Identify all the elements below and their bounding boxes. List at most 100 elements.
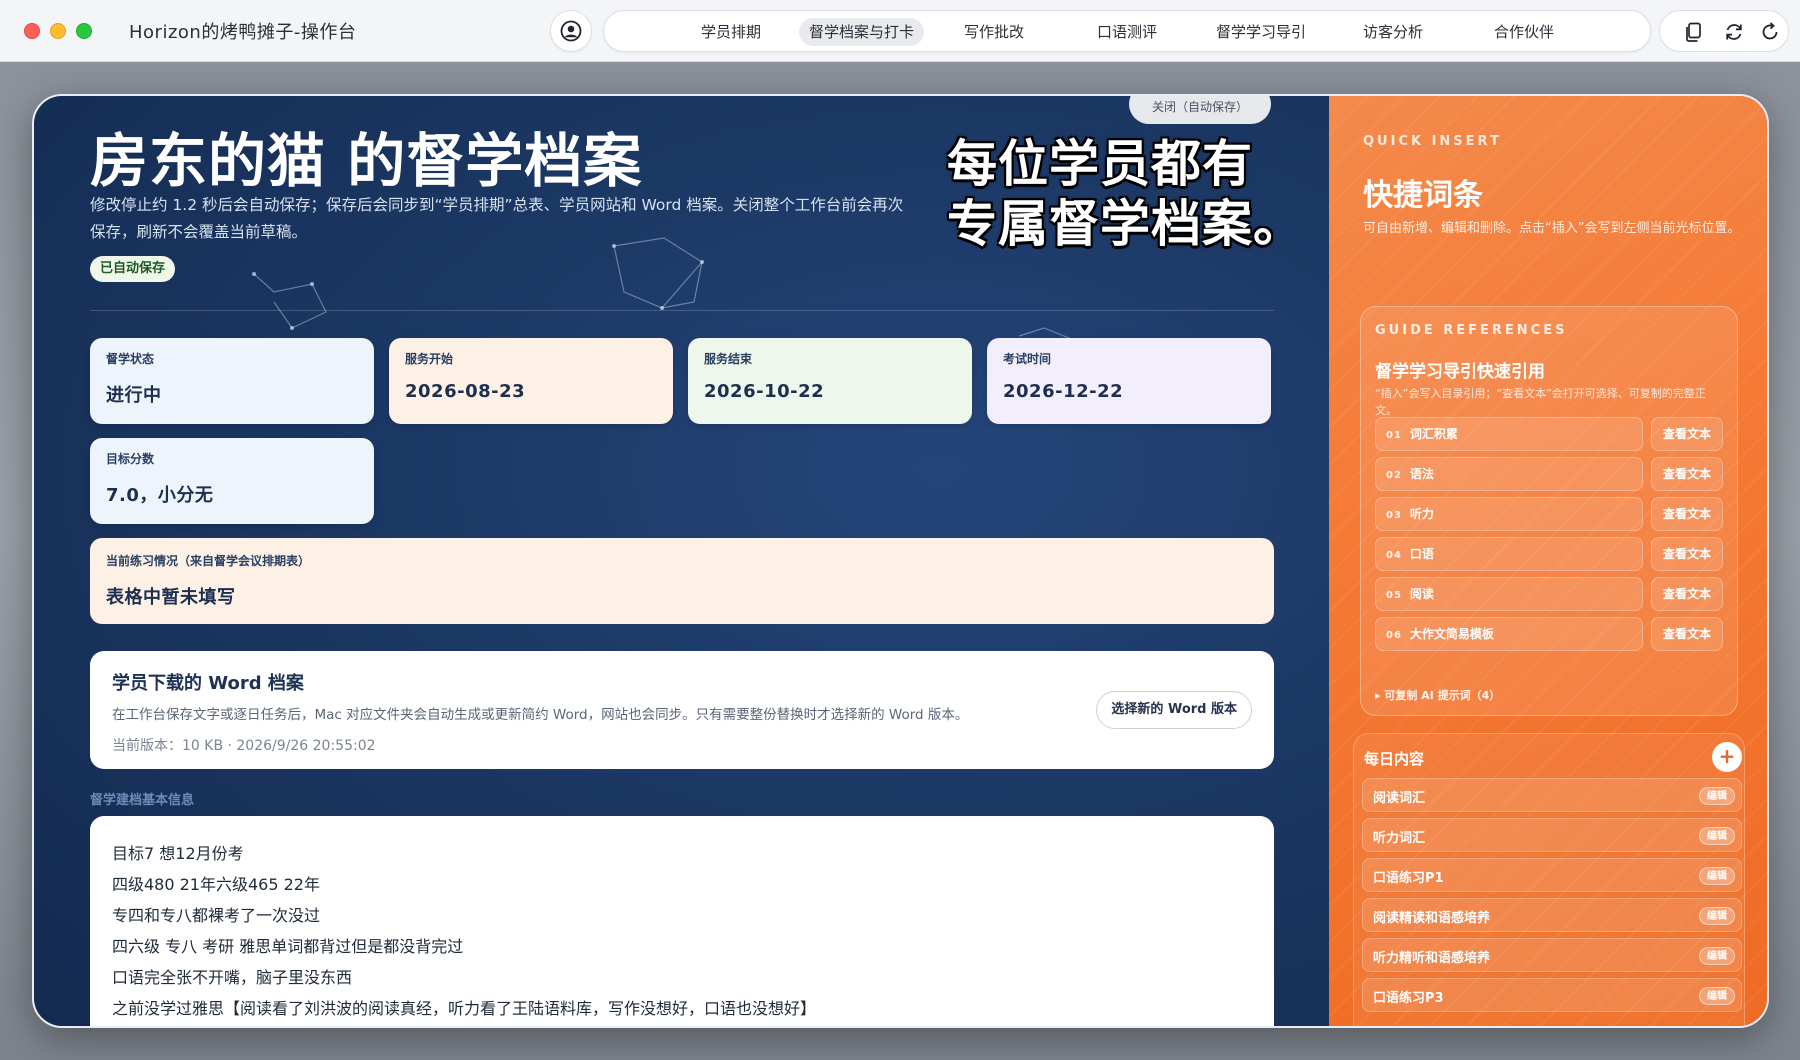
stat-label: 督学状态 xyxy=(106,352,155,366)
stat-label: 服务开始 xyxy=(405,352,454,366)
stat-card-exam-date[interactable]: 考试时间 2026-12-22 xyxy=(987,338,1271,424)
ai-prompts-toggle[interactable]: ▸ 可复制 AI 提示词（4） xyxy=(1375,687,1500,703)
guide-item-number: 06 xyxy=(1386,630,1402,641)
nav-tab-profile-checkin[interactable]: 督学档案与打卡 xyxy=(799,18,925,46)
nav-tab-visitor-analytics[interactable]: 访客分析 xyxy=(1353,18,1433,46)
current-practice-card: 当前练习情况（来自督学会议排期表） 表格中暂未填写 xyxy=(90,538,1274,624)
stat-label: 考试时间 xyxy=(1003,352,1052,366)
guide-title: 督学学习导引快速引用 xyxy=(1375,362,1545,382)
view-text-button[interactable]: 查看文本 xyxy=(1651,417,1723,451)
info-line: 口语完全张不开嘴，脑子里没东西 xyxy=(112,968,353,987)
guide-insert-item[interactable]: 02 语法 xyxy=(1375,457,1643,491)
guide-item-label: 口语 xyxy=(1409,547,1434,561)
basic-info-textarea[interactable]: 目标7 想12月份考 四级480 21年六级465 22年 专四和专八都裸考了一… xyxy=(90,816,1274,1026)
guide-item-label: 大作文简易模板 xyxy=(1409,627,1494,641)
guide-item-label: 词汇积累 xyxy=(1409,427,1458,441)
nav-tab-speaking-eval[interactable]: 口语测评 xyxy=(1087,18,1167,46)
zoom-window-button[interactable] xyxy=(76,23,92,39)
nav-tab-writing-review[interactable]: 写作批改 xyxy=(954,18,1034,46)
title-bar: Horizon的烤鸭摊子-操作台 学员排期 督学档案与打卡 写作批改 口语测评 … xyxy=(0,0,1800,62)
view-text-button[interactable]: 查看文本 xyxy=(1651,617,1723,651)
daily-item-label: 听力词汇 xyxy=(1373,831,1426,846)
nav-tab-study-guide[interactable]: 督学学习导引 xyxy=(1206,18,1316,46)
daily-item-label: 阅读词汇 xyxy=(1373,791,1426,806)
daily-item[interactable]: 阅读词汇 编辑 xyxy=(1362,778,1742,812)
stat-card-service-end[interactable]: 服务结束 2026-10-22 xyxy=(688,338,972,424)
guide-insert-item[interactable]: 04 口语 xyxy=(1375,537,1643,571)
guide-description: “插入”会写入目录引用；“查看文本”会打开可选择、可复制的完整正文。 xyxy=(1375,387,1706,417)
word-file-card: 学员下载的 Word 档案 在工作台保存文字或逐日任务后，Mac 对应文件夹会自… xyxy=(90,651,1274,769)
guide-row: 03 听力 查看文本 xyxy=(1375,497,1725,531)
daily-item[interactable]: 口语练习P3 编辑 xyxy=(1362,978,1742,1012)
choose-word-version-button[interactable]: 选择新的 Word 版本 xyxy=(1096,691,1252,729)
guide-row: 02 语法 查看文本 xyxy=(1375,457,1725,491)
guide-item-number: 02 xyxy=(1386,470,1402,481)
guide-item-label: 阅读 xyxy=(1409,587,1434,601)
info-line: 之前没学过雅思【阅读看了刘洪波的阅读真经，听力看了王陆语料库，写作没想好，口语也… xyxy=(112,999,817,1018)
main-nav: 学员排期 督学档案与打卡 写作批改 口语测评 督学学习导引 访客分析 合作伙伴 xyxy=(603,10,1651,52)
overlay-caption-line-1: 每位学员都有 xyxy=(947,135,1253,193)
guide-row: 04 口语 查看文本 xyxy=(1375,537,1725,571)
guide-insert-item[interactable]: 01 词汇积累 xyxy=(1375,417,1643,451)
word-card-description: 在工作台保存文字或逐日任务后，Mac 对应文件夹会自动生成或更新简约 Word，… xyxy=(112,707,969,723)
basic-info-label: 督学建档基本信息 xyxy=(90,793,195,808)
copy-icon[interactable] xyxy=(1682,21,1704,43)
stat-label: 服务结束 xyxy=(704,352,753,366)
user-icon xyxy=(560,20,582,42)
guide-row: 01 词汇积累 查看文本 xyxy=(1375,417,1725,451)
info-line: 目标7 想12月份考 xyxy=(112,844,244,863)
daily-item-label: 口语练习P1 xyxy=(1373,871,1444,886)
nav-tab-partners[interactable]: 合作伙伴 xyxy=(1484,18,1564,46)
sync-icon[interactable] xyxy=(1723,21,1745,43)
edit-button[interactable]: 编辑 xyxy=(1699,867,1735,885)
daily-content-box: 每日内容 + 阅读词汇 编辑 听力词汇 编辑 口语练习P1 编辑 阅读精读和语感… xyxy=(1353,733,1745,1026)
guide-row: 05 阅读 查看文本 xyxy=(1375,577,1725,611)
edit-button[interactable]: 编辑 xyxy=(1699,907,1735,925)
account-button[interactable] xyxy=(550,10,592,52)
header-divider xyxy=(90,310,1274,311)
minimize-window-button[interactable] xyxy=(50,23,66,39)
overlay-caption-line-2: 专属督学档案。 xyxy=(947,195,1304,253)
daily-item[interactable]: 口语练习P1 编辑 xyxy=(1362,858,1742,892)
guide-item-number: 01 xyxy=(1386,430,1402,441)
refresh-icon[interactable] xyxy=(1759,21,1781,43)
quick-insert-panel: QUICK INSERT 快捷词条 可自由新增、编辑和删除。点击“插入”会写到左… xyxy=(1329,96,1767,1026)
guide-references-box: GUIDE REFERENCES 督学学习导引快速引用 “插入”会写入目录引用；… xyxy=(1360,306,1738,716)
guide-insert-item[interactable]: 03 听力 xyxy=(1375,497,1643,531)
nav-tab-schedule[interactable]: 学员排期 xyxy=(691,18,771,46)
daily-item-label: 阅读精读和语感培养 xyxy=(1373,911,1491,926)
daily-item[interactable]: 听力词汇 编辑 xyxy=(1362,818,1742,852)
daily-item[interactable]: 阅读精读和语感培养 编辑 xyxy=(1362,898,1742,932)
view-text-button[interactable]: 查看文本 xyxy=(1651,537,1723,571)
profile-editor: 关闭（自动保存） 房东的猫 的督学档案 修改停止约 1.2 秒后会自动保存；保存… xyxy=(34,96,1329,1026)
word-card-version-meta: 当前版本：10 KB · 2026/9/26 20:55:02 xyxy=(112,738,376,754)
view-text-button[interactable]: 查看文本 xyxy=(1651,457,1723,491)
view-text-button[interactable]: 查看文本 xyxy=(1651,577,1723,611)
edit-button[interactable]: 编辑 xyxy=(1699,947,1735,965)
stat-value: 2026-10-22 xyxy=(704,381,825,402)
toolbar-actions xyxy=(1659,10,1789,52)
edit-button[interactable]: 编辑 xyxy=(1699,987,1735,1005)
stat-card-status[interactable]: 督学状态 进行中 xyxy=(90,338,374,424)
guide-item-number: 04 xyxy=(1386,550,1402,561)
close-autosave-button[interactable]: 关闭（自动保存） xyxy=(1129,96,1271,124)
stat-label: 目标分数 xyxy=(106,452,155,466)
guide-item-label: 听力 xyxy=(1409,507,1434,521)
stat-card-service-start[interactable]: 服务开始 2026-08-23 xyxy=(389,338,673,424)
edit-button[interactable]: 编辑 xyxy=(1699,827,1735,845)
edit-button[interactable]: 编辑 xyxy=(1699,787,1735,805)
stat-card-target-score[interactable]: 目标分数 7.0，小分无 xyxy=(90,438,374,524)
info-line: 专四和专八都裸考了一次没过 xyxy=(112,906,321,925)
guide-insert-item[interactable]: 06 大作文简易模板 xyxy=(1375,617,1643,651)
add-daily-item-button[interactable]: + xyxy=(1712,742,1742,772)
guide-insert-item[interactable]: 05 阅读 xyxy=(1375,577,1643,611)
close-window-button[interactable] xyxy=(24,23,40,39)
info-line: 四级480 21年六级465 22年 xyxy=(112,875,320,894)
stat-value: 7.0，小分无 xyxy=(106,485,214,506)
daily-item[interactable]: 听力精听和语感培养 编辑 xyxy=(1362,938,1742,972)
view-text-button[interactable]: 查看文本 xyxy=(1651,497,1723,531)
stat-value: 2026-12-22 xyxy=(1003,381,1124,402)
info-line: 四六级 专八 考研 雅思单词都背过但是都没背完过 xyxy=(112,937,464,956)
stat-value: 进行中 xyxy=(106,385,162,406)
word-card-title: 学员下载的 Word 档案 xyxy=(112,673,304,694)
